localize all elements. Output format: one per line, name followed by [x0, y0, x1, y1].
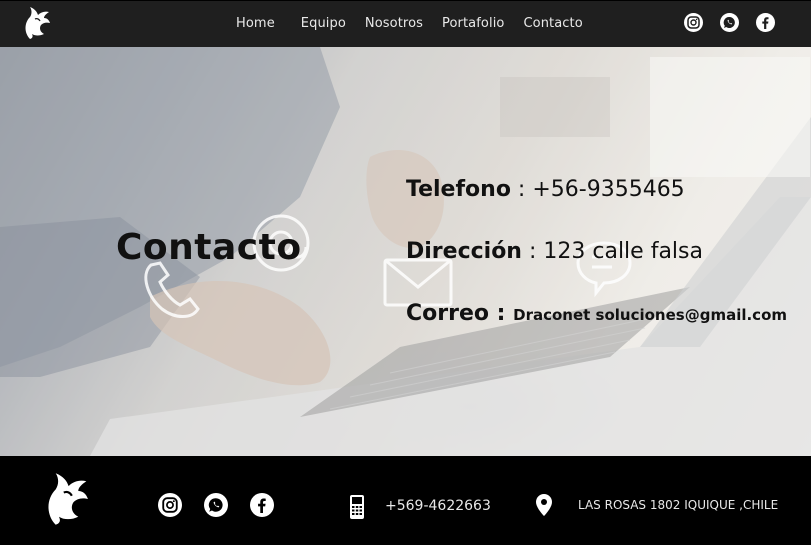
- nav-contacto[interactable]: Contacto: [523, 16, 582, 31]
- header-social-links: [684, 13, 775, 32]
- main-navigation: Home Equipo Nosotros Portafolio Contacto: [236, 16, 602, 31]
- instagram-icon[interactable]: [158, 493, 182, 517]
- correo-value[interactable]: Draconet soluciones@gmail.com: [513, 306, 787, 324]
- whatsapp-icon[interactable]: [720, 13, 739, 32]
- page-title: Contacto: [116, 227, 302, 268]
- nav-home[interactable]: Home: [236, 16, 275, 31]
- telefono-label: Telefono: [406, 177, 511, 202]
- facebook-icon[interactable]: [756, 13, 775, 32]
- facebook-icon[interactable]: [250, 493, 274, 517]
- location-pin-icon: [536, 494, 552, 516]
- contact-hero-section: Contacto Telefono : +56-9355465 Direcció…: [0, 47, 811, 456]
- correo-label: Correo :: [406, 301, 514, 326]
- whatsapp-icon[interactable]: [204, 493, 228, 517]
- dragon-logo-icon[interactable]: [22, 5, 52, 41]
- footer-address: LAS ROSAS 1802 IQUIQUE ,CHILE: [578, 498, 779, 512]
- telefono-line: Telefono : +56-9355465: [406, 177, 685, 202]
- nav-nosotros[interactable]: Nosotros: [365, 16, 423, 31]
- footer-social-links: [158, 493, 274, 517]
- top-nav-bar: Home Equipo Nosotros Portafolio Contacto: [0, 0, 811, 47]
- mobile-phone-icon: [350, 495, 364, 519]
- direccion-label: Dirección: [406, 239, 522, 264]
- footer: +569-4622663 LAS ROSAS 1802 IQUIQUE ,CHI…: [0, 456, 811, 545]
- direccion-line: Dirección : 123 calle falsa: [406, 239, 703, 264]
- footer-phone-number[interactable]: +569-4622663: [385, 498, 491, 514]
- instagram-icon[interactable]: [684, 13, 703, 32]
- correo-line: Correo : Draconet soluciones@gmail.com: [406, 301, 787, 326]
- telefono-value: : +56-9355465: [510, 177, 685, 202]
- nav-equipo[interactable]: Equipo: [301, 16, 346, 31]
- dragon-logo-icon[interactable]: [42, 470, 92, 528]
- nav-portafolio[interactable]: Portafolio: [442, 16, 504, 31]
- direccion-value: : 123 calle falsa: [521, 239, 703, 264]
